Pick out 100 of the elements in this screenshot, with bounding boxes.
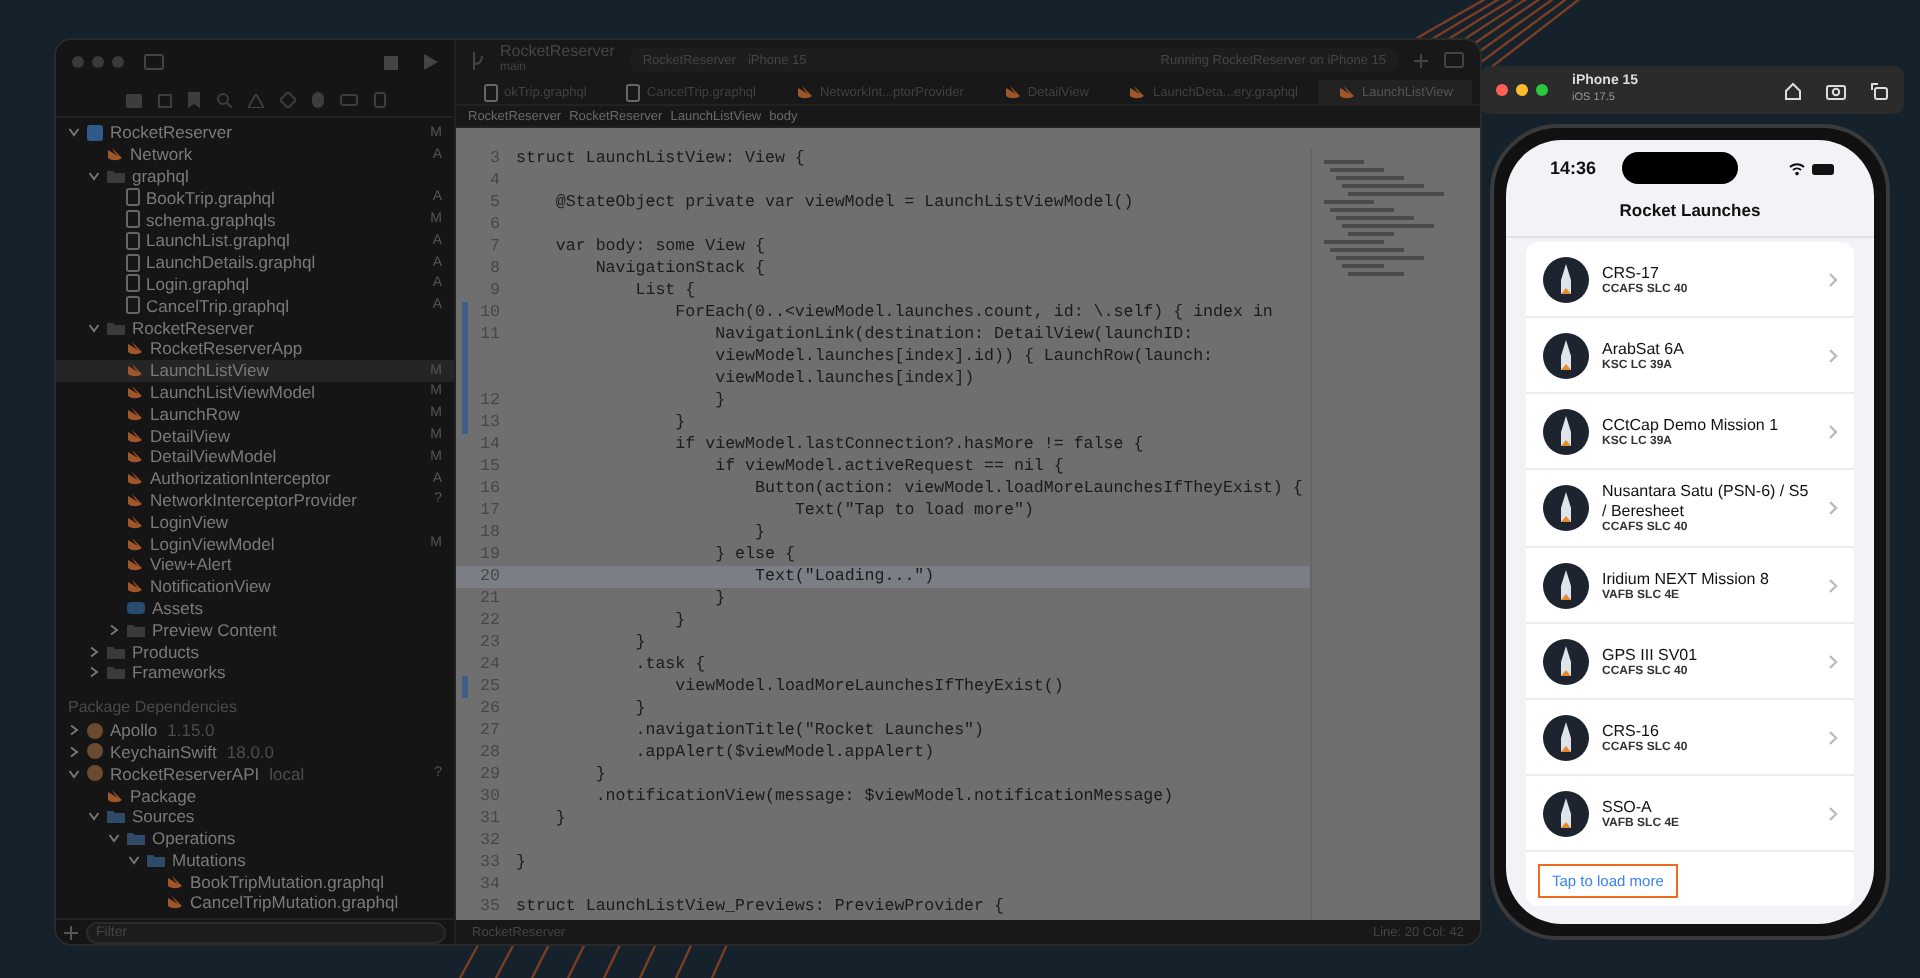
search-icon[interactable] bbox=[215, 92, 231, 108]
minimize-button[interactable] bbox=[1516, 84, 1528, 96]
file-tree-item[interactable]: Preview Content bbox=[56, 618, 454, 641]
warning-icon[interactable] bbox=[247, 93, 263, 107]
zoom-button[interactable] bbox=[1536, 84, 1548, 96]
bookmark-icon[interactable] bbox=[187, 92, 199, 108]
sidebar-icon[interactable] bbox=[144, 54, 164, 70]
disclosure-chevron-icon[interactable] bbox=[68, 767, 80, 780]
disclosure-chevron-icon[interactable] bbox=[88, 321, 100, 334]
mission-patch-icon bbox=[1542, 484, 1590, 532]
disclosure-chevron-icon[interactable] bbox=[128, 853, 140, 866]
code-line: viewModel.loadMoreLaunchesIfTheyExist() bbox=[675, 678, 1064, 696]
debug-icon[interactable] bbox=[311, 92, 323, 108]
mission-patch-icon bbox=[1542, 331, 1590, 379]
rotate-icon[interactable] bbox=[1870, 81, 1888, 99]
code-line: .notificationView(message: $viewModel.notificationMessage) bbox=[595, 788, 1174, 806]
disclosure-chevron-icon[interactable] bbox=[68, 724, 80, 737]
file-tree-item[interactable]: graphql bbox=[56, 165, 454, 187]
plus-icon[interactable] bbox=[1414, 53, 1428, 67]
mission-patch-icon bbox=[1542, 789, 1590, 837]
file-tree-item[interactable]: RocketReserver bbox=[56, 316, 454, 338]
stop-icon[interactable] bbox=[384, 55, 398, 69]
chevron-right-icon bbox=[1828, 271, 1838, 287]
file-tree-item[interactable]: NotificationView bbox=[56, 575, 454, 598]
code-line: viewModel.launches[index]) bbox=[715, 370, 975, 388]
report-icon[interactable] bbox=[373, 92, 385, 108]
code-line: } bbox=[675, 612, 686, 630]
swift-file-icon bbox=[1338, 84, 1356, 100]
file-tree-item[interactable]: Assets bbox=[56, 597, 454, 619]
mission-name: Nusantara Satu (PSN-6) / S5 / Beresheet bbox=[1602, 482, 1811, 521]
status-time: 14:36 bbox=[1550, 158, 1597, 178]
code-line: if viewModel.activeRequest == nil { bbox=[715, 458, 1064, 476]
file-tree-item[interactable]: CancelTripMutation.graphql bbox=[56, 892, 454, 914]
branch-icon[interactable] bbox=[472, 51, 484, 69]
code-line: var body: some View { bbox=[555, 238, 765, 256]
disclosure-chevron-icon[interactable] bbox=[88, 810, 100, 823]
add-icon[interactable] bbox=[64, 925, 78, 939]
camera-icon[interactable] bbox=[1826, 81, 1846, 99]
mission-patch-icon bbox=[1542, 255, 1590, 303]
code-line: ForEach(0..<viewModel.launches.count, id: \.self) { index in bbox=[675, 304, 1273, 322]
home-icon[interactable] bbox=[1784, 81, 1802, 99]
code-line: viewModel.launches[index].id)) { LaunchRow(launch: bbox=[715, 348, 1214, 366]
mission-name: SSO-A bbox=[1602, 797, 1654, 817]
mission-patch-icon bbox=[1542, 561, 1590, 609]
disclosure-chevron-icon[interactable] bbox=[68, 126, 80, 139]
code-line: } bbox=[555, 810, 566, 828]
code-line: if viewModel.lastConnection?.hasMore != false { bbox=[675, 436, 1144, 454]
play-icon[interactable] bbox=[422, 54, 438, 70]
chevron-right-icon bbox=[1828, 805, 1838, 821]
minimap-drawing bbox=[1324, 160, 1444, 280]
dynamic-island bbox=[1622, 152, 1738, 184]
code-line: } bbox=[715, 392, 726, 410]
file-tree-item[interactable]: BookTripMutation.graphql bbox=[56, 870, 454, 893]
code-line: } bbox=[516, 854, 526, 872]
code-line: List { bbox=[635, 282, 696, 300]
swift-file-icon bbox=[796, 84, 814, 100]
mission-name: Iridium NEXT Mission 8 bbox=[1602, 569, 1771, 589]
file-tree-item[interactable]: View+Alert bbox=[56, 553, 454, 576]
code-line: struct LaunchListView: View { bbox=[516, 150, 805, 168]
mission-name: CRS-17 bbox=[1602, 263, 1661, 283]
breakpoint-icon[interactable] bbox=[339, 94, 357, 106]
disclosure-chevron-icon[interactable] bbox=[88, 169, 100, 182]
chevron-right-icon bbox=[1828, 577, 1838, 593]
folder-icon[interactable] bbox=[125, 93, 141, 107]
close-button[interactable] bbox=[1496, 84, 1508, 96]
file-tree-item[interactable]: RocketReserverApp bbox=[56, 337, 454, 360]
mission-name: CRS-16 bbox=[1602, 721, 1661, 741]
file-tree-item[interactable]: Mutations bbox=[56, 849, 454, 871]
document-icon bbox=[626, 83, 641, 101]
chevron-right-icon bbox=[1828, 500, 1838, 516]
code-line: Text("Tap to load more") bbox=[794, 502, 1034, 520]
swift-file-icon bbox=[1128, 84, 1147, 100]
file-tree-item[interactable]: Operations bbox=[56, 827, 454, 849]
code-line: .task { bbox=[635, 656, 706, 674]
disclosure-chevron-icon[interactable] bbox=[108, 623, 120, 636]
mission-name: GPS III SV01 bbox=[1602, 645, 1700, 665]
chevron-right-icon bbox=[1828, 729, 1838, 745]
code-line: } bbox=[635, 634, 646, 652]
code-line: struct LaunchListView_Previews: PreviewProvider { bbox=[516, 898, 1004, 916]
inspector-icon[interactable] bbox=[1444, 52, 1464, 68]
disclosure-chevron-icon[interactable] bbox=[88, 666, 100, 679]
disclosure-chevron-icon[interactable] bbox=[88, 645, 100, 658]
file-tree-item[interactable]: Frameworks bbox=[56, 661, 454, 684]
code-line: } bbox=[635, 700, 646, 718]
source-control-icon[interactable] bbox=[157, 93, 171, 107]
file-tree-item[interactable]: Package bbox=[56, 784, 454, 806]
file-tree-item[interactable]: Products bbox=[56, 640, 454, 662]
navigation-title: Rocket Launches bbox=[1506, 196, 1874, 238]
code-line: } bbox=[675, 414, 686, 432]
swift-file-icon bbox=[1003, 84, 1022, 100]
code-line: NavigationLink(destination: DetailView(launchID: bbox=[715, 326, 1194, 344]
file-tree-item[interactable]: Sources bbox=[56, 805, 454, 828]
diamond-icon[interactable] bbox=[279, 92, 295, 108]
code-line: } bbox=[715, 590, 726, 608]
disclosure-chevron-icon[interactable] bbox=[108, 832, 120, 845]
code-line: Button(action: viewModel.loadMoreLaunchesIfTheyExist) { bbox=[755, 480, 1303, 498]
code-line: .navigationTitle("Rocket Launches") bbox=[635, 722, 985, 740]
disclosure-chevron-icon[interactable] bbox=[68, 745, 80, 758]
file-tree-item[interactable]: LoginView bbox=[56, 510, 454, 533]
code-line: Text("Loading...") bbox=[755, 568, 935, 586]
